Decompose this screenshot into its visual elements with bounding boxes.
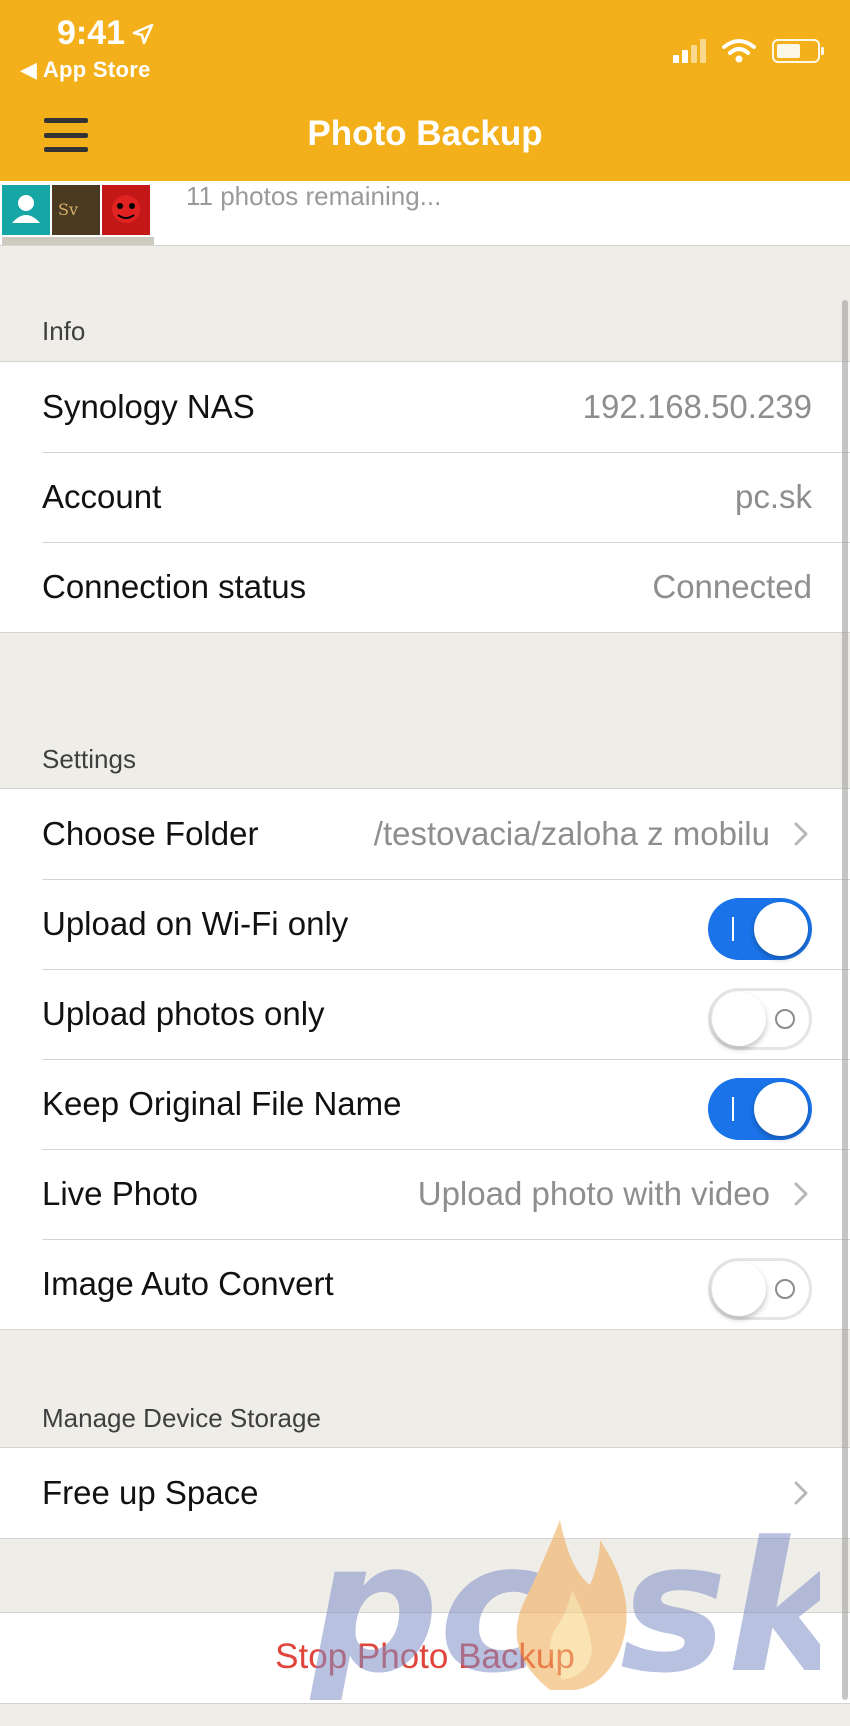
account-value: pc.sk: [734, 478, 812, 515]
navigation-header: 9:41 ◀ App Store Photo Backup: [0, 0, 850, 181]
row-live-photo[interactable]: Live Photo Upload photo with video: [0, 1149, 850, 1239]
status-icons: [673, 36, 824, 66]
upload-wifi-only-toggle[interactable]: [708, 898, 812, 960]
photo-thumbnails: Sv: [2, 185, 154, 245]
thumbnail-contact: [2, 185, 50, 235]
storage-group: Free up Space: [0, 1447, 850, 1539]
row-account: Account pc.sk: [0, 452, 850, 542]
stop-photo-backup-label: Stop Photo Backup: [275, 1637, 575, 1676]
back-to-app-store-link[interactable]: ◀ App Store: [20, 57, 151, 83]
row-label: Keep Original File Name: [42, 1085, 402, 1122]
svg-text:Sv: Sv: [58, 200, 78, 219]
row-label: Choose Folder: [42, 815, 259, 852]
settings-group: Choose Folder /testovacia/zaloha z mobil…: [0, 788, 850, 1330]
remaining-count-text: 11 photos remaining...: [186, 181, 442, 211]
chevron-right-icon: [794, 822, 808, 846]
row-label: Live Photo: [42, 1175, 198, 1212]
thumbnail-devil: [102, 185, 150, 235]
chevron-right-icon: [794, 1481, 808, 1505]
info-group: Synology NAS 192.168.50.239 Account pc.s…: [0, 361, 850, 633]
row-keep-original-file-name: Keep Original File Name: [0, 1059, 850, 1149]
location-arrow-icon: [132, 23, 154, 45]
folder-path-value: /testovacia/zaloha z mobilu: [373, 815, 770, 852]
keep-original-file-name-toggle[interactable]: [708, 1078, 812, 1140]
row-connection-status: Connection status Connected: [0, 542, 850, 632]
section-header-settings: Settings: [42, 744, 136, 774]
cellular-signal-icon: [673, 39, 706, 63]
row-upload-photos-only: Upload photos only: [0, 969, 850, 1059]
stop-photo-backup-button[interactable]: Stop Photo Backup: [0, 1612, 850, 1704]
row-label: Free up Space: [42, 1474, 259, 1511]
row-label: Image Auto Convert: [42, 1265, 334, 1302]
row-label: Connection status: [42, 568, 307, 605]
row-label: Account: [42, 478, 162, 515]
wifi-icon: [722, 39, 756, 63]
row-upload-wifi-only: Upload on Wi-Fi only: [0, 879, 850, 969]
vertical-scrollbar[interactable]: [842, 300, 848, 1700]
row-label: Upload on Wi-Fi only: [42, 905, 349, 942]
upload-photos-only-toggle[interactable]: [708, 988, 812, 1050]
status-time: 9:41: [57, 14, 126, 52]
row-image-auto-convert: Image Auto Convert: [0, 1239, 850, 1329]
row-free-up-space[interactable]: Free up Space: [0, 1448, 850, 1538]
section-header-info: Info: [42, 316, 86, 346]
row-label: Upload photos only: [42, 995, 325, 1032]
row-choose-folder[interactable]: Choose Folder /testovacia/zaloha z mobil…: [0, 789, 850, 879]
nas-address-value: 192.168.50.239: [582, 388, 812, 425]
thumbnail-album: Sv: [52, 185, 100, 235]
section-header-storage: Manage Device Storage: [42, 1403, 321, 1433]
row-synology-nas: Synology NAS 192.168.50.239: [0, 362, 850, 452]
battery-icon: [772, 39, 824, 63]
image-auto-convert-toggle[interactable]: [708, 1258, 812, 1320]
page-title: Photo Backup: [307, 114, 543, 153]
backup-progress-row: Sv 11 photos remaining...: [0, 181, 850, 246]
live-photo-value: Upload photo with video: [417, 1175, 770, 1212]
connection-status-value: Connected: [652, 568, 812, 605]
row-label: Synology NAS: [42, 388, 255, 425]
chevron-right-icon: [794, 1182, 808, 1206]
